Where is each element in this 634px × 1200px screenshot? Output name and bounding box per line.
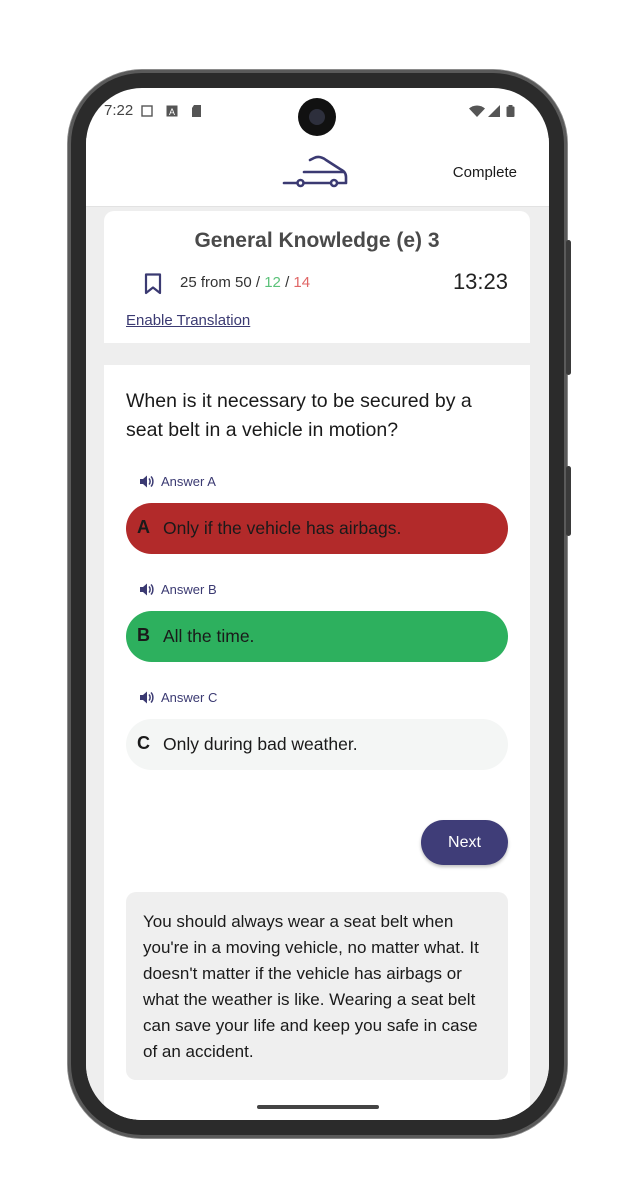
correct-count: 12	[264, 274, 281, 291]
complete-button[interactable]: Complete	[453, 164, 517, 181]
answer-b-audio[interactable]: Answer B	[140, 582, 217, 597]
wrong-count: 14	[293, 274, 311, 291]
answer-b-letter: B	[137, 625, 150, 645]
progress-position: 25 from 50 /	[180, 274, 261, 291]
answer-a-text: Only if the vehicle has airbags.	[163, 518, 402, 538]
answer-b-option[interactable]: B All the time.	[126, 611, 508, 662]
quiz-header-card: General Knowledge (e) 3 25 from 50 / 12 …	[104, 211, 530, 343]
sd-card-icon	[192, 105, 201, 117]
speaker-icon	[140, 475, 154, 488]
question-card: When is it necessary to be secured by a …	[104, 365, 530, 1120]
answer-c-option[interactable]: C Only during bad weather.	[126, 719, 508, 770]
speaker-icon	[140, 583, 154, 596]
answer-c-label: Answer C	[161, 690, 218, 705]
answer-a-letter: A	[137, 517, 150, 537]
answer-c-letter: C	[137, 733, 150, 753]
answer-a-option[interactable]: A Only if the vehicle has airbags.	[126, 503, 508, 554]
content-area: General Knowledge (e) 3 25 from 50 / 12 …	[86, 207, 549, 1120]
home-indicator[interactable]	[257, 1105, 379, 1109]
phone-power-button	[566, 466, 571, 536]
answer-c-text: Only during bad weather.	[163, 734, 358, 754]
answer-b-label: Answer B	[161, 582, 217, 597]
quiz-timer: 13:23	[452, 269, 508, 294]
wifi-icon	[469, 105, 485, 117]
svg-text:A: A	[169, 107, 175, 117]
quiz-title: General Knowledge (e) 3	[194, 229, 440, 252]
status-time: 7:22	[104, 102, 134, 119]
screen-icon	[141, 105, 153, 117]
explanation-box: You should always wear a seat belt when …	[126, 892, 508, 1080]
signal-icon	[488, 105, 500, 117]
enable-translation-link[interactable]: Enable Translation	[126, 312, 250, 329]
bookmark-icon[interactable]	[144, 273, 162, 295]
answer-b-text: All the time.	[163, 626, 255, 646]
phone-volume-button	[566, 240, 571, 375]
app-bar: Complete	[86, 138, 549, 207]
truck-logo-icon	[282, 155, 348, 188]
explanation-text: You should always wear a seat belt when …	[143, 912, 479, 1061]
progress-counter: 25 from 50 / 12 / 14	[180, 274, 310, 291]
battery-icon	[506, 105, 515, 117]
screen: 7:22 A Complete General Knowledge (e) 3	[86, 88, 549, 1120]
front-camera	[298, 98, 336, 136]
answer-a-audio[interactable]: Answer A	[140, 474, 216, 489]
count-separator: /	[285, 274, 290, 291]
answer-a-label: Answer A	[161, 474, 216, 489]
answer-c-audio[interactable]: Answer C	[140, 690, 217, 705]
font-icon: A	[166, 105, 178, 117]
question-text: When is it necessary to be secured by a …	[126, 390, 472, 441]
speaker-icon	[140, 691, 154, 704]
next-button[interactable]: Next	[421, 820, 508, 865]
